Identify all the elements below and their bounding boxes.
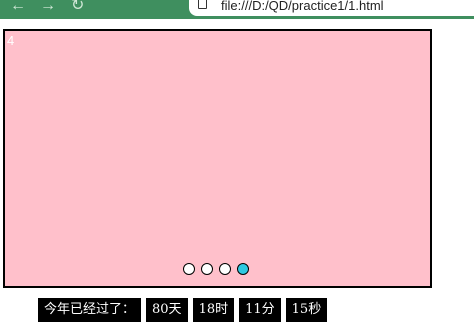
countdown: 今年已经过了： 80天 18时 11分 15秒 — [38, 298, 328, 322]
carousel-indicators — [183, 263, 249, 275]
countdown-days: 80天 — [146, 298, 188, 322]
countdown-seconds: 15秒 — [285, 298, 328, 322]
slide-number: 4 — [7, 33, 15, 48]
page-icon — [198, 0, 207, 9]
carousel-dot-1[interactable] — [183, 263, 195, 275]
forward-arrow-icon[interactable]: → — [40, 0, 56, 16]
countdown-hours: 18时 — [192, 298, 235, 322]
refresh-icon[interactable]: ↻ — [71, 0, 84, 16]
carousel-dot-4[interactable] — [237, 263, 249, 275]
back-arrow-icon[interactable]: ← — [10, 0, 26, 16]
carousel: 4 — [3, 29, 432, 288]
carousel-dot-2[interactable] — [201, 263, 213, 275]
url-text[interactable]: file:///D:/QD/practice1/1.html — [221, 0, 384, 13]
countdown-minutes: 11分 — [239, 298, 281, 322]
browser-toolbar: ← → ↻ file:///D:/QD/practice1/1.html — [0, 0, 474, 19]
countdown-label: 今年已经过了： — [38, 298, 142, 322]
carousel-dot-3[interactable] — [219, 263, 231, 275]
address-bar[interactable]: file:///D:/QD/practice1/1.html — [189, 0, 474, 16]
